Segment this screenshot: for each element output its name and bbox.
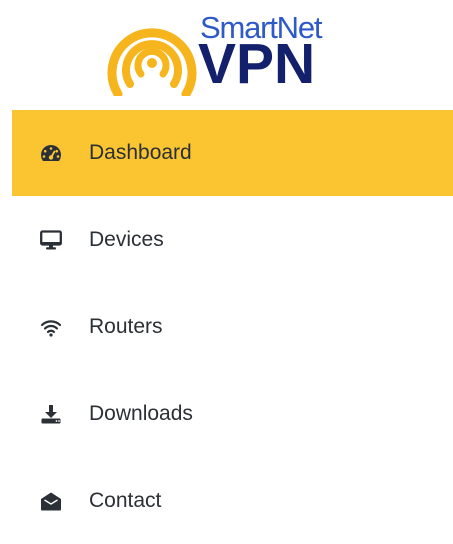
- signal-rings-icon: [107, 28, 197, 96]
- wifi-icon: [40, 317, 62, 337]
- tachometer-icon: [40, 143, 62, 163]
- envelope-open-icon: [40, 491, 62, 511]
- nav-item-routers[interactable]: Routers: [12, 284, 453, 370]
- brand-name-bottom: VPN: [198, 32, 316, 96]
- nav-item-dashboard[interactable]: Dashboard: [12, 110, 453, 196]
- nav-item-contact[interactable]: Contact: [12, 458, 453, 544]
- nav-label-routers: Routers: [89, 315, 163, 338]
- nav-label-dashboard: Dashboard: [89, 141, 192, 164]
- nav-label-contact: Contact: [89, 489, 162, 512]
- nav-item-devices[interactable]: Devices: [12, 197, 453, 283]
- nav-item-downloads[interactable]: Downloads: [12, 371, 453, 457]
- download-icon: [40, 404, 62, 424]
- monitor-icon: [40, 230, 62, 250]
- nav-label-devices: Devices: [89, 228, 164, 251]
- brand-logo[interactable]: SmartNet VPN: [104, 10, 372, 96]
- nav-label-downloads: Downloads: [89, 402, 193, 425]
